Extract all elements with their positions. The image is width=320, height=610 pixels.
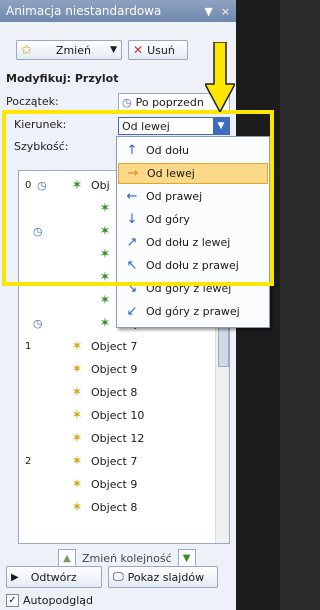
list-item-number: 2	[25, 455, 32, 467]
remove-icon: ✕	[133, 43, 144, 57]
direction-option-label: Od dołu	[146, 144, 189, 157]
direction-arrow-icon: ↙	[126, 304, 138, 319]
autopreview-checkbox-row[interactable]: ✓ Autopodgląd	[6, 594, 93, 607]
star-icon: ✩	[21, 42, 32, 58]
effect-star-icon: ✶	[71, 384, 83, 400]
chevron-down-icon: ▼	[110, 45, 117, 55]
list-item-label: Object 9	[91, 362, 138, 376]
effect-star-icon: ✶	[71, 430, 83, 446]
direction-option[interactable]: ← Od prawej	[118, 186, 268, 207]
arrow-down-icon	[205, 42, 235, 112]
chevron-down-icon[interactable]: ▼	[213, 117, 229, 135]
list-item-label: Object 12	[91, 431, 145, 445]
close-icon[interactable]: ×	[221, 5, 230, 18]
direction-option[interactable]: → Od lewej	[118, 163, 268, 184]
direction-value: Od lewej	[122, 119, 170, 133]
list-item[interactable]: 2 ✶ Object 7	[19, 451, 215, 471]
effect-star-icon: ✶	[71, 338, 83, 354]
clock-icon: ◷	[122, 95, 132, 109]
list-item[interactable]: ✶ Object 12	[19, 428, 215, 448]
autopreview-label: Autopodgląd	[23, 594, 93, 607]
list-item-label: Object 9	[91, 477, 138, 491]
list-item-label: Object 8	[91, 385, 138, 399]
direction-option-label: Od dołu z lewej	[146, 236, 231, 249]
slideshow-button[interactable]: 🖵 Pokaz slajdów	[108, 566, 218, 588]
direction-option[interactable]: ↙ Od góry z prawej	[118, 301, 268, 322]
direction-option[interactable]: ↑ Od dołu	[118, 140, 268, 161]
effect-star-icon: ✶	[99, 315, 111, 331]
list-item[interactable]: ✶ Object 8	[19, 497, 215, 517]
direction-arrow-icon: ↗	[126, 235, 138, 250]
direction-arrow-icon: ↘	[126, 281, 138, 296]
speed-label: Szybkość:	[14, 140, 69, 153]
direction-option-label: Od góry	[146, 213, 190, 226]
direction-option[interactable]: ↓ Od góry	[118, 209, 268, 230]
list-item-label: Object 7	[91, 454, 138, 468]
move-down-icon[interactable]: ▼	[177, 549, 196, 567]
list-item[interactable]: 1 ✶ Object 7	[19, 336, 215, 356]
list-item[interactable]: ✶ Object 9	[19, 359, 215, 379]
effect-star-icon: ✶	[71, 499, 83, 515]
remove-effect-label: Usuń	[147, 43, 175, 57]
pane-title: Animacja niestandardowa	[6, 4, 162, 18]
direction-option-label: Od góry z prawej	[146, 305, 240, 318]
direction-option[interactable]: ↖ Od dołu z prawej	[118, 255, 268, 276]
pane-titlebar: Animacja niestandardowa ▼ ×	[0, 0, 236, 22]
effect-star-icon: ✶	[71, 476, 83, 492]
remove-effect-button[interactable]: ✕ Usuń	[128, 40, 188, 60]
list-item-label: Object 8	[91, 500, 138, 514]
clock-icon: ◷	[33, 316, 43, 330]
reorder-row: ▲ Zmień kolejność ▼	[58, 549, 196, 567]
list-item-label: Obj	[91, 178, 110, 192]
direction-label: Kierunek:	[14, 118, 67, 131]
effect-star-icon: ✶	[99, 292, 111, 308]
direction-option-label: Od góry z lewej	[146, 282, 232, 295]
direction-arrow-icon: ↑	[126, 143, 138, 158]
change-effect-button[interactable]: ✩ Zmień ▼	[16, 40, 122, 60]
direction-option[interactable]: ↘ Od góry z lewej	[118, 278, 268, 299]
effect-star-icon: ✶	[99, 223, 111, 239]
play-button[interactable]: ▶ Odtwórz	[6, 566, 102, 588]
start-value: Po poprzedn	[135, 95, 204, 109]
effect-star-icon: ✶	[71, 177, 83, 193]
direction-option-label: Od prawej	[146, 190, 203, 203]
slideshow-label: Pokaz slajdów	[127, 570, 205, 584]
effect-star-icon: ✶	[99, 200, 111, 216]
effect-star-icon: ✶	[71, 407, 83, 423]
list-item-number: 1	[25, 340, 32, 352]
direction-arrow-icon: →	[127, 166, 139, 181]
play-label: Odtwórz	[30, 570, 77, 584]
direction-select[interactable]: Od lewej ▼	[118, 117, 230, 135]
effect-star-icon: ✶	[71, 453, 83, 469]
direction-arrow-icon: ↖	[126, 258, 138, 273]
direction-arrow-icon: ↓	[126, 212, 138, 227]
direction-option[interactable]: ↗ Od dołu z lewej	[118, 232, 268, 253]
effect-star-icon: ✶	[99, 269, 111, 285]
list-item[interactable]: ✶ Object 10	[19, 405, 215, 425]
reorder-label: Zmień kolejność	[82, 551, 172, 565]
pane-menu-icon[interactable]: ▼	[204, 5, 212, 18]
direction-option-label: Od dołu z prawej	[146, 259, 239, 272]
list-item-label: Object 7	[91, 339, 138, 353]
clock-icon: ◷	[33, 224, 43, 238]
direction-arrow-icon: ←	[126, 189, 138, 204]
move-up-icon[interactable]: ▲	[58, 549, 76, 567]
list-item[interactable]: ✶ Object 9	[19, 474, 215, 494]
play-icon: ▶	[11, 571, 19, 583]
direction-option-label: Od lewej	[147, 167, 195, 180]
effect-star-icon: ✶	[99, 246, 111, 262]
list-item-label: Object 10	[91, 408, 145, 422]
change-effect-label: Zmień	[55, 43, 91, 57]
autopreview-checkbox[interactable]: ✓	[6, 594, 19, 607]
list-item[interactable]: ✶ Object 8	[19, 382, 215, 402]
start-label: Początek:	[6, 95, 59, 108]
direction-dropdown-menu: ↑ Od dołu → Od lewej ← Od prawej ↓ Od góry ↗ Od d…	[116, 136, 270, 328]
modify-heading: Modyfikuj: Przylot	[6, 72, 119, 85]
clock-icon: ◷	[37, 178, 47, 192]
effect-star-icon: ✶	[71, 361, 83, 377]
slideshow-icon: 🖵	[113, 570, 124, 583]
